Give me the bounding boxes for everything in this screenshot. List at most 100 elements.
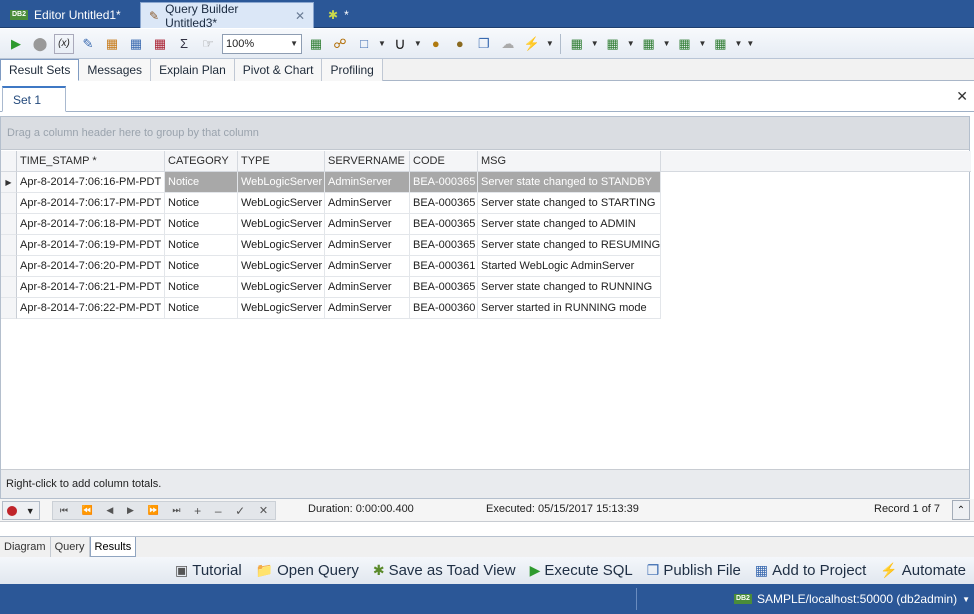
tutorial-button[interactable]: ▣ Tutorial: [175, 562, 242, 579]
table-cell[interactable]: WebLogicServer: [238, 214, 325, 235]
table-cell[interactable]: Notice: [165, 235, 238, 256]
table-cell[interactable]: Notice: [165, 172, 238, 193]
totals-bar[interactable]: Right-click to add column totals.: [1, 469, 969, 498]
tab-results[interactable]: Results: [89, 537, 137, 557]
table-cell[interactable]: BEA-000365: [410, 172, 478, 193]
table-cell[interactable]: WebLogicServer: [238, 193, 325, 214]
table-cell[interactable]: WebLogicServer: [238, 235, 325, 256]
table-cell[interactable]: Notice: [165, 277, 238, 298]
cloud-icon[interactable]: ☁: [498, 34, 518, 54]
table-cell[interactable]: Server state changed to STANDBY: [478, 172, 661, 193]
table-cell[interactable]: BEA-000360: [410, 298, 478, 319]
add-to-project-button[interactable]: ▦ Add to Project: [755, 562, 866, 579]
run-icon[interactable]: ▶: [6, 34, 26, 54]
table-cell[interactable]: Apr-8-2014-7:06:16-PM-PDT: [17, 172, 165, 193]
table-cell[interactable]: WebLogicServer: [238, 256, 325, 277]
table-cell[interactable]: Notice: [165, 214, 238, 235]
table-row[interactable]: ▶ Apr-8-2014-7:06:16-PM-PDT Notice WebLogic…: [1, 172, 971, 193]
table-cell[interactable]: Apr-8-2014-7:06:22-PM-PDT: [17, 298, 165, 319]
add-table-icon[interactable]: ▦: [102, 34, 122, 54]
tab-explain-plan[interactable]: Explain Plan: [151, 59, 235, 81]
table-cell[interactable]: AdminServer: [325, 256, 410, 277]
table-cell[interactable]: AdminServer: [325, 214, 410, 235]
tab-result-sets[interactable]: Result Sets: [0, 59, 80, 81]
report-icon[interactable]: ▦: [675, 34, 695, 54]
tab-set-1[interactable]: Set 1: [2, 86, 66, 112]
automate-button[interactable]: ⚡ Automate: [880, 562, 966, 579]
column-header[interactable]: CODE: [410, 151, 478, 172]
open-query-button[interactable]: 📁 Open Query: [256, 562, 359, 579]
chevron-down-icon[interactable]: ▼: [734, 39, 742, 48]
select-icon[interactable]: □: [354, 34, 374, 54]
last-page-icon[interactable]: ⏭: [172, 505, 180, 516]
sum-icon[interactable]: Σ: [174, 34, 194, 54]
table-cell[interactable]: Server started in RUNNING mode: [478, 298, 661, 319]
table-cell[interactable]: BEA-000361: [410, 256, 478, 277]
table-cell[interactable]: Notice: [165, 256, 238, 277]
table-cell[interactable]: WebLogicServer: [238, 298, 325, 319]
table-cell[interactable]: Started WebLogic AdminServer: [478, 256, 661, 277]
tab-messages[interactable]: Messages: [79, 59, 152, 81]
table-cell[interactable]: Apr-8-2014-7:06:19-PM-PDT: [17, 235, 165, 256]
overflow-icon[interactable]: ▼: [746, 39, 754, 48]
next-page-icon[interactable]: ⏩: [148, 505, 159, 516]
chevron-down-icon[interactable]: ▼: [414, 39, 422, 48]
edit-sql-icon[interactable]: ✎: [78, 34, 98, 54]
table-cell[interactable]: AdminServer: [325, 235, 410, 256]
table-cell[interactable]: Apr-8-2014-7:06:18-PM-PDT: [17, 214, 165, 235]
collapse-up-icon[interactable]: ⌃: [952, 500, 970, 520]
table-cell[interactable]: BEA-000365: [410, 214, 478, 235]
table-row[interactable]: Apr-8-2014-7:06:18-PM-PDT Notice WebLogicS…: [1, 214, 971, 235]
table-row[interactable]: Apr-8-2014-7:06:20-PM-PDT Notice WebLogicS…: [1, 256, 971, 277]
doc-tab-third[interactable]: ✱ *: [320, 2, 357, 28]
add-record-icon[interactable]: +: [194, 504, 201, 518]
tab-query[interactable]: Query: [51, 537, 90, 557]
column-header[interactable]: TYPE: [238, 151, 325, 172]
column-header[interactable]: SERVERNAME: [325, 151, 410, 172]
table-row[interactable]: Apr-8-2014-7:06:21-PM-PDT Notice WebLogicS…: [1, 277, 971, 298]
cancel-edit-icon[interactable]: ✕: [259, 504, 268, 517]
delete-record-icon[interactable]: –: [215, 504, 222, 518]
globe-icon[interactable]: ●: [426, 34, 446, 54]
post-edit-icon[interactable]: ✓: [235, 504, 245, 518]
chevron-down-icon[interactable]: ▼: [663, 39, 671, 48]
table-cell[interactable]: BEA-000365: [410, 193, 478, 214]
table-cell[interactable]: AdminServer: [325, 277, 410, 298]
table-cell[interactable]: Server state changed to STARTING: [478, 193, 661, 214]
tab-profiling[interactable]: Profiling: [322, 59, 383, 81]
table-cell[interactable]: Notice: [165, 193, 238, 214]
table-row[interactable]: Apr-8-2014-7:06:17-PM-PDT Notice WebLogicS…: [1, 193, 971, 214]
tab-pivot-chart[interactable]: Pivot & Chart: [234, 59, 323, 81]
zoom-select[interactable]: 100% ▼: [222, 33, 302, 54]
lightning-icon[interactable]: ⚡: [522, 34, 542, 54]
group-by-panel[interactable]: Drag a column header here to group by th…: [1, 117, 969, 150]
table-cell[interactable]: WebLogicServer: [238, 277, 325, 298]
table-cell[interactable]: Apr-8-2014-7:06:17-PM-PDT: [17, 193, 165, 214]
close-icon[interactable]: ✕: [295, 9, 305, 23]
stop-icon[interactable]: ⬤: [30, 34, 50, 54]
doc-tab-query-builder[interactable]: ✎ Query Builder Untitled3* ✕: [140, 2, 314, 30]
table-cell[interactable]: Notice: [165, 298, 238, 319]
prev-record-icon[interactable]: ◀: [106, 505, 113, 516]
grid-icon[interactable]: ▦: [150, 34, 170, 54]
row-indicator[interactable]: [1, 277, 17, 298]
chevron-down-icon[interactable]: ▼: [627, 39, 635, 48]
join-icon[interactable]: ☍: [330, 34, 350, 54]
copy-icon[interactable]: ❐: [474, 34, 494, 54]
column-header[interactable]: MSG: [478, 151, 661, 172]
table-cell[interactable]: Server state changed to RESUMING: [478, 235, 661, 256]
publish-file-button[interactable]: ❐ Publish File: [647, 562, 741, 579]
chevron-down-icon[interactable]: ▼: [378, 39, 386, 48]
column-header[interactable]: CATEGORY: [165, 151, 238, 172]
import-icon[interactable]: ▦: [567, 34, 587, 54]
compare-icon[interactable]: ▦: [603, 34, 623, 54]
table-cell[interactable]: Server state changed to RUNNING: [478, 277, 661, 298]
table-cell[interactable]: AdminServer: [325, 193, 410, 214]
doc-tab-editor[interactable]: DB2 Editor Untitled1*: [2, 2, 129, 28]
table-cell[interactable]: Apr-8-2014-7:06:20-PM-PDT: [17, 256, 165, 277]
table-icon[interactable]: ▦: [126, 34, 146, 54]
table-cell[interactable]: AdminServer: [325, 172, 410, 193]
row-indicator[interactable]: [1, 235, 17, 256]
table-cell[interactable]: Apr-8-2014-7:06:21-PM-PDT: [17, 277, 165, 298]
row-indicator[interactable]: [1, 256, 17, 277]
